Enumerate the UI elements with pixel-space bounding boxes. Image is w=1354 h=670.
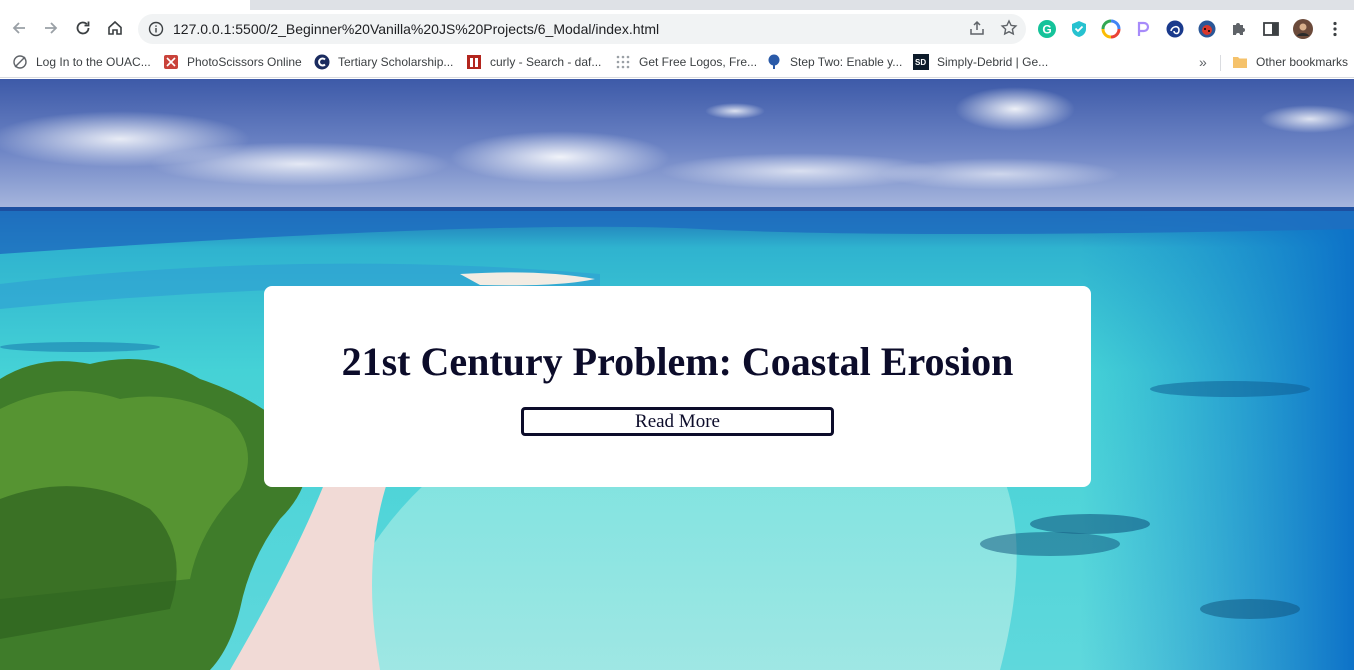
reload-icon bbox=[76, 21, 90, 35]
url-text[interactable]: 127.0.0.1:5500/2_Beginner%20Vanilla%20JS… bbox=[173, 21, 659, 37]
p-letter-icon bbox=[1137, 21, 1150, 36]
photoscissors-icon bbox=[163, 54, 179, 70]
apps-grid-icon bbox=[615, 54, 631, 70]
extensions-area: G bbox=[1036, 14, 1346, 44]
grammarly-icon: G bbox=[1038, 20, 1056, 38]
avatar-icon bbox=[1293, 19, 1313, 39]
home-icon bbox=[108, 20, 122, 35]
simply-debrid-icon: SD bbox=[913, 54, 929, 70]
read-more-button[interactable]: Read More bbox=[521, 407, 834, 436]
bookmark-label: Step Two: Enable y... bbox=[790, 55, 903, 69]
address-bar[interactable]: 127.0.0.1:5500/2_Beginner%20Vanilla%20JS… bbox=[138, 14, 1026, 44]
bookmarks-bar: Log In to the OUAC... PhotoScissors Onli… bbox=[0, 46, 1354, 78]
tertiary-icon bbox=[314, 54, 330, 70]
tree-icon bbox=[766, 54, 782, 70]
ouac-icon bbox=[12, 54, 28, 70]
p-extension[interactable] bbox=[1132, 18, 1154, 40]
home-button[interactable] bbox=[99, 12, 131, 44]
shield-icon bbox=[1072, 21, 1086, 37]
bookmarks-overflow-button[interactable]: » bbox=[1199, 52, 1207, 72]
color-wheel-extension[interactable] bbox=[1100, 18, 1122, 40]
swirl-icon bbox=[1166, 20, 1184, 38]
swirl-extension[interactable] bbox=[1164, 18, 1186, 40]
page-title: 21st Century Problem: Coastal Erosion bbox=[341, 339, 1014, 384]
forward-arrow-icon bbox=[45, 22, 58, 34]
bookmark-label: Other bookmarks bbox=[1256, 55, 1349, 69]
share-icon[interactable] bbox=[968, 19, 986, 37]
svg-text:SD: SD bbox=[915, 58, 926, 67]
ladybug-extension[interactable] bbox=[1196, 18, 1218, 40]
shield-extension[interactable] bbox=[1068, 18, 1090, 40]
bookmark-label: Simply-Debrid | Ge... bbox=[937, 55, 1049, 69]
color-wheel-icon bbox=[1101, 19, 1121, 39]
svg-text:G: G bbox=[1042, 23, 1051, 37]
forward-button[interactable] bbox=[35, 12, 67, 44]
puzzle-piece-icon bbox=[1233, 23, 1245, 35]
bookmark-label: PhotoScissors Online bbox=[187, 55, 302, 69]
bookmark-tertiary[interactable]: Tertiary Scholarship... bbox=[314, 52, 453, 72]
bookmark-photoscissors[interactable]: PhotoScissors Online bbox=[163, 52, 302, 72]
side-panel-button[interactable] bbox=[1260, 18, 1282, 40]
bookmarks-divider bbox=[1220, 55, 1221, 71]
chrome-menu-button[interactable] bbox=[1324, 18, 1346, 40]
bookmark-label: Get Free Logos, Fre... bbox=[639, 55, 758, 69]
bookmark-label: Tertiary Scholarship... bbox=[338, 55, 454, 69]
tab-strip bbox=[0, 0, 1354, 10]
active-tab[interactable] bbox=[0, 0, 250, 10]
profile-avatar[interactable] bbox=[1292, 18, 1314, 40]
extensions-button[interactable] bbox=[1228, 18, 1250, 40]
bookmark-star-icon[interactable] bbox=[1000, 19, 1018, 37]
page-viewport: 21st Century Problem: Coastal Erosion Re… bbox=[0, 79, 1354, 670]
bookmark-label: curly - Search - daf... bbox=[490, 55, 602, 69]
bookmark-ouac[interactable]: Log In to the OUAC... bbox=[12, 52, 151, 72]
bookmark-curly[interactable]: curly - Search - daf... bbox=[466, 52, 601, 72]
back-button[interactable] bbox=[3, 12, 35, 44]
folder-icon bbox=[1232, 54, 1248, 70]
grammarly-extension[interactable]: G bbox=[1036, 18, 1058, 40]
site-info-icon[interactable] bbox=[148, 21, 164, 37]
bookmark-label: Log In to the OUAC... bbox=[36, 55, 151, 69]
bookmark-step-two[interactable]: Step Two: Enable y... bbox=[766, 52, 902, 72]
kebab-menu-icon bbox=[1333, 21, 1337, 37]
side-panel-icon bbox=[1263, 22, 1279, 36]
back-arrow-icon bbox=[12, 22, 25, 34]
content-card: 21st Century Problem: Coastal Erosion Re… bbox=[264, 286, 1091, 487]
search-site-icon bbox=[466, 54, 482, 70]
bookmark-simply-debrid[interactable]: SD Simply-Debrid | Ge... bbox=[913, 52, 1048, 72]
ladybug-icon bbox=[1198, 20, 1216, 38]
reload-button[interactable] bbox=[67, 12, 99, 44]
bookmark-free-logos[interactable]: Get Free Logos, Fre... bbox=[615, 52, 757, 72]
other-bookmarks-folder[interactable]: Other bookmarks bbox=[1232, 52, 1348, 72]
browser-toolbar: 127.0.0.1:5500/2_Beginner%20Vanilla%20JS… bbox=[0, 10, 1354, 46]
